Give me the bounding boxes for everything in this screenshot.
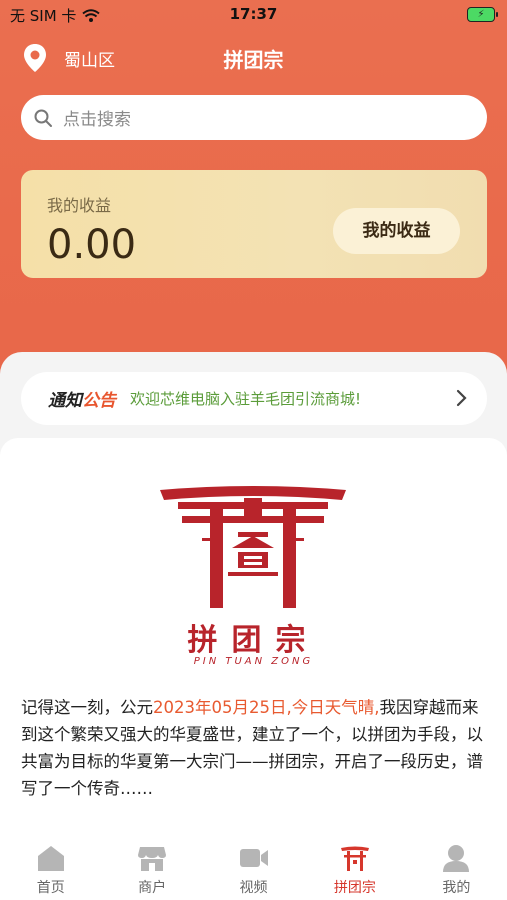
logo-title: 拼团宗 xyxy=(187,623,320,658)
earnings-card: 我的收益 0.00 我的收益 xyxy=(21,170,487,278)
my-earnings-button[interactable]: 我的收益 xyxy=(333,208,460,254)
story-part1: 记得这一刻，公元 xyxy=(21,698,153,717)
tab-label: 拼团宗 xyxy=(333,880,376,896)
torii-icon xyxy=(340,846,369,871)
user-icon xyxy=(443,845,470,872)
tab-label: 视频 xyxy=(239,880,268,896)
status-bar: 无 SIM 卡 17:37 ⚡ xyxy=(0,0,507,30)
earnings-label: 我的收益 xyxy=(47,196,112,215)
top-nav: 蜀山区 拼团宗 xyxy=(0,38,507,78)
tab-pintuanzong[interactable]: 拼团宗 xyxy=(304,833,405,900)
tab-home[interactable]: 首页 xyxy=(0,833,101,900)
search-input[interactable]: 点击搜索 xyxy=(21,95,487,140)
tab-label: 我的 xyxy=(442,880,471,896)
logo-subtitle: PIN TUAN ZONG xyxy=(193,656,314,667)
chevron-right-icon[interactable] xyxy=(455,389,467,407)
video-icon xyxy=(239,849,268,867)
story-highlight: 2023年05月25日,今日天气晴, xyxy=(153,698,380,717)
search-icon xyxy=(34,109,52,127)
tab-video[interactable]: 视频 xyxy=(203,833,304,900)
store-icon xyxy=(138,847,167,871)
tab-label: 商户 xyxy=(138,880,167,896)
story-text: 记得这一刻，公元2023年05月25日,今日天气晴,我因穿越而来到这个繁荣又强大… xyxy=(21,694,487,802)
notice-badge: 通知公告 xyxy=(48,391,116,411)
page-title: 拼团宗 xyxy=(223,48,284,72)
home-icon xyxy=(37,846,64,871)
bottom-tabbar: 首页 商户 视频 拼团宗 我的 xyxy=(0,833,507,900)
notice-text: 欢迎芯维电脑入驻羊毛团引流商城! xyxy=(130,390,362,408)
tab-label: 首页 xyxy=(36,880,65,896)
torii-logo-icon xyxy=(160,486,346,608)
earnings-value: 0.00 xyxy=(47,222,137,268)
battery-icon: ⚡ xyxy=(467,7,498,22)
status-time: 17:37 xyxy=(229,5,278,23)
tab-mine[interactable]: 我的 xyxy=(406,833,507,900)
notice-bar[interactable]: 通知公告 欢迎芯维电脑入驻羊毛团引流商城! xyxy=(21,372,487,425)
tab-merchant[interactable]: 商户 xyxy=(101,833,202,900)
search-placeholder: 点击搜索 xyxy=(63,110,131,130)
